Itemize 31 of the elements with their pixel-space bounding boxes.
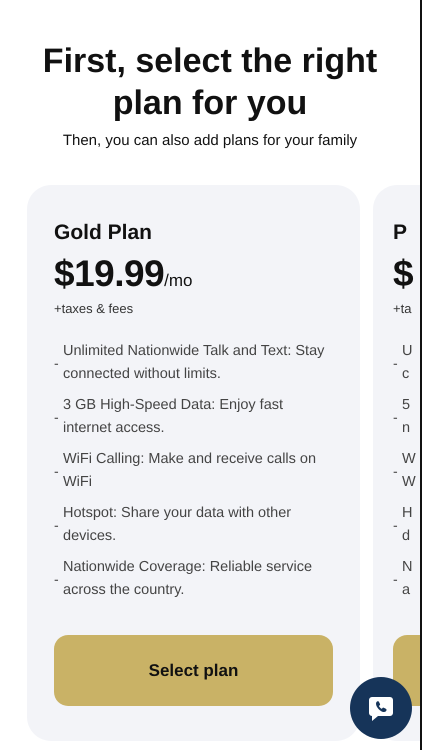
fees-note: +ta [393,301,412,316]
feature-text: N a [402,558,412,600]
list-marker: - [393,516,399,532]
feature-text: Unlimited Nationwide Talk and Text: Stay connected without limits. [63,342,324,384]
feature-text: H d [402,504,412,546]
list-marker: - [54,570,60,586]
feature-text: U c [402,342,412,384]
fees-note: +taxes & fees [54,301,134,316]
feature-text: WiFi Calling: Make and receive calls on WiFi [63,450,316,492]
feature-text: 5 n [402,396,410,438]
list-marker: - [393,408,399,424]
list-marker: - [54,462,60,478]
plan-name: Gold Plan [54,221,154,245]
select-plan-button[interactable]: Select plan [54,635,333,706]
plan-name: P [393,221,408,245]
list-marker: - [54,354,60,370]
list-marker: - [393,462,399,478]
page-subtitle: Then, you can also add plans for your family [62,132,358,149]
feature-text: Nationwide Coverage: Reliable service across the country. [63,558,312,600]
page-title: First, select the right plan for you [42,41,378,124]
price-period: /mo [164,271,193,291]
feature-text: Hotspot: Share your data with other devices. [63,504,292,546]
feature-text: W W [402,450,416,492]
feature-text: 3 GB High-Speed Data: Enjoy fast internet access. [63,396,284,438]
plan-price: $19.99 [54,253,164,295]
phone-chat-icon [367,694,395,722]
list-marker: - [393,570,399,586]
plan-price: $ [393,253,414,295]
list-marker: - [54,516,60,532]
list-marker: - [393,354,399,370]
list-marker: - [54,408,60,424]
